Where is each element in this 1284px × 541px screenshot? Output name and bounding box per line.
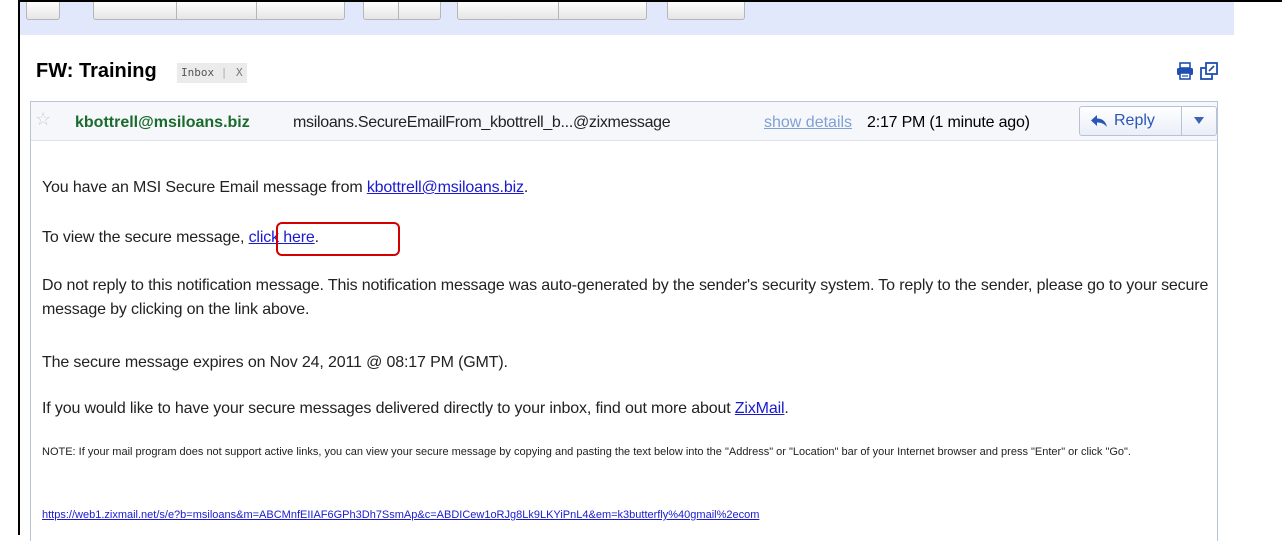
recipient-address: msiloans.SecureEmailFrom_kbottrell_b...@…	[293, 114, 671, 131]
view-comma: ,	[239, 229, 249, 246]
toolbar-button-group[interactable]	[93, 2, 345, 20]
reply-button-group: Reply	[1079, 106, 1217, 136]
reply-arrow-icon	[1091, 115, 1107, 127]
print-icon[interactable]	[1176, 62, 1194, 80]
remove-label-icon[interactable]: X	[236, 66, 243, 79]
new-window-icon[interactable]	[1200, 62, 1218, 80]
zixmail-period: .	[784, 400, 789, 417]
toolbar-button-group[interactable]	[457, 2, 647, 20]
sender-email-link[interactable]: kbottrell@msiloans.biz	[367, 179, 524, 196]
secure-message-url[interactable]: https://web1.zixmail.net/s/e?b=msiloans&…	[42, 509, 759, 521]
label-text[interactable]: Inbox	[181, 66, 214, 79]
view-text: To view the secure message	[42, 229, 240, 246]
body-line-intro: You have an MSI Secure Email message fro…	[42, 179, 528, 197]
toolbar-button[interactable]	[667, 2, 745, 20]
reply-button[interactable]: Reply	[1080, 107, 1182, 135]
body-line-zixmail: If you would like to have your secure me…	[42, 400, 789, 418]
toolbar-button-group[interactable]	[363, 2, 441, 20]
reply-label: Reply	[1114, 112, 1155, 129]
reply-options-button[interactable]	[1182, 107, 1216, 135]
zixmail-text: If you would like to have your secure me…	[42, 400, 731, 417]
body-line-noreply: Do not reply to this notification messag…	[42, 277, 1209, 318]
subject-title: FW: Training	[36, 60, 157, 82]
sender-address[interactable]: kbottrell@msiloans.biz	[75, 114, 250, 132]
dropdown-arrow-icon	[1194, 117, 1204, 124]
message-header: ☆ kbottrell@msiloans.biz msiloans.Secure…	[31, 102, 1217, 141]
note-text: NOTE: If your mail program does not supp…	[42, 446, 1131, 458]
intro-text: You have an MSI Secure Email message fro…	[42, 179, 363, 196]
toolbar-button[interactable]	[26, 2, 60, 20]
show-details-link[interactable]: show details	[764, 114, 852, 132]
toolbar	[20, 2, 1234, 35]
intro-period: .	[523, 179, 529, 196]
inbox-label[interactable]: Inbox | X	[177, 63, 247, 83]
zixmail-link[interactable]: ZixMail	[735, 400, 785, 417]
highlight-annotation	[276, 222, 400, 256]
body-line-expiry: The secure message expires on Nov 24, 20…	[42, 354, 508, 371]
star-icon[interactable]: ☆	[35, 110, 51, 128]
message-time: 2:17 PM (1 minute ago)	[867, 114, 1030, 131]
